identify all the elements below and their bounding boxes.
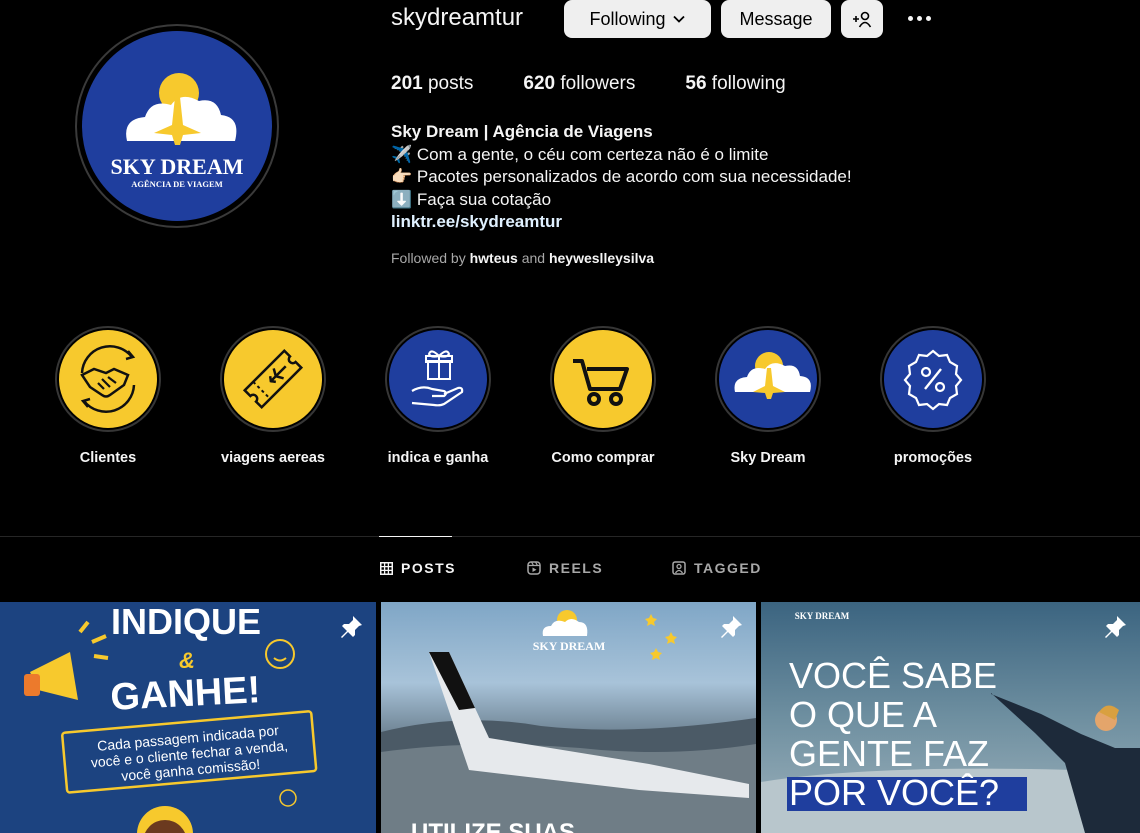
tab-tagged[interactable]: TAGGED [672,560,762,576]
svg-text:POR VOCÊ?: POR VOCÊ? [789,772,999,813]
highlight-promocoes[interactable]: promoções [863,326,1003,466]
followers-link[interactable]: 620 followers [523,73,635,95]
profile-avatar[interactable]: SKY DREAM AGÊNCIA DE VIAGEM [75,24,279,228]
add-person-icon [853,11,872,28]
pinned-icon [1105,616,1126,638]
message-button[interactable]: Message [721,0,831,38]
post-image: INDIQUE & GANHE! Cada passagem indicada … [0,602,376,833]
highlight-como-comprar[interactable]: Como comprar [533,326,673,466]
reels-icon [527,561,541,575]
svg-text:GANHE!: GANHE! [109,669,261,719]
skydream-logo-icon: SKY DREAM AGÊNCIA DE VIAGEM [110,73,244,189]
suggest-users-button[interactable] [841,0,883,38]
following-link[interactable]: 56 following [685,73,785,95]
svg-text:GENTE FAZ: GENTE FAZ [789,733,989,774]
post-image: SKY DREAM UTILIZE SUAS [381,610,756,833]
bio-line: ✈️ Com a gente, o céu com certeza não é … [391,144,769,164]
pinned-icon [721,616,742,638]
grid-icon [380,561,393,575]
svg-text:&: & [179,648,195,673]
post-indique-ganhe[interactable]: INDIQUE & GANHE! Cada passagem indicada … [0,602,376,833]
chevron-down-icon [672,15,685,23]
svg-text:INDIQUE: INDIQUE [111,602,261,642]
profile-bio: Sky Dream | Agência de Viagens ✈️ Com a … [391,121,852,234]
tabs-divider [0,536,1140,537]
pinned-icon [341,616,362,638]
posts-count: 201 posts [391,73,474,94]
post-image: SKY DREAM VOCÊ SABE O QUE A GENTE FAZ PO… [761,611,1140,833]
skydream-logo-icon [734,352,811,399]
followed-by[interactable]: Followed by hwteus and heywesllеysilva [391,250,654,266]
highlight-label: Sky Dream [730,450,806,466]
percent-badge-icon [903,349,963,411]
svg-text:O QUE A: O QUE A [789,694,937,735]
bio-line: 👉🏻 Pacotes personalizados de acordo com … [391,167,852,186]
cart-icon [573,359,629,406]
tab-reels[interactable]: REELS [527,560,603,576]
more-options-icon[interactable] [900,2,938,34]
post-airplane-wing[interactable]: SKY DREAM UTILIZE SUAS [381,602,756,833]
profile-full-name: Sky Dream | Agência de Viagens [391,122,653,141]
highlight-indica-e-ganha[interactable]: indica e ganha [368,326,508,466]
profile-stats: 201 posts 620 followers 56 following [391,73,836,95]
highlight-viagens-aereas[interactable]: viagens aereas [203,326,343,466]
highlight-clientes[interactable]: Clientes [38,326,178,466]
svg-text:AGÊNCIA DE VIAGEM: AGÊNCIA DE VIAGEM [131,179,222,189]
highlight-label: indica e ganha [387,450,489,466]
highlight-label: Clientes [79,450,137,466]
following-button-label: Following [589,8,666,29]
post-voce-sabe[interactable]: SKY DREAM VOCÊ SABE O QUE A GENTE FAZ PO… [761,602,1140,833]
svg-text:UTILIZE SUAS: UTILIZE SUAS [411,819,575,833]
ticket-icon [242,348,304,410]
tab-posts[interactable]: POSTS [380,560,456,576]
handshake-icon [80,345,136,413]
following-button[interactable]: Following [564,0,711,38]
svg-text:SKY DREAM: SKY DREAM [795,611,850,621]
profile-username: skydreamtur [391,4,524,31]
highlight-label: viagens aereas [221,450,325,466]
highlight-label: Como comprar [551,450,655,466]
svg-text:VOCÊ SABE: VOCÊ SABE [789,655,997,696]
bio-line: ⬇️ Faça sua cotação [391,189,552,209]
gift-hand-icon [411,350,464,407]
svg-text:SKY DREAM: SKY DREAM [533,639,606,653]
highlight-label: promoções [893,450,973,466]
skydream-logo: SKY DREAM AGÊNCIA DE VIAGEM [82,31,272,221]
highlight-sky-dream[interactable]: Sky Dream [698,326,838,466]
svg-text:SKY DREAM: SKY DREAM [110,154,243,179]
tagged-icon [672,561,686,575]
message-button-label: Message [739,8,813,29]
active-tab-indicator [379,536,452,537]
bio-link[interactable]: linktr.ee/skydreamtur [391,211,852,234]
